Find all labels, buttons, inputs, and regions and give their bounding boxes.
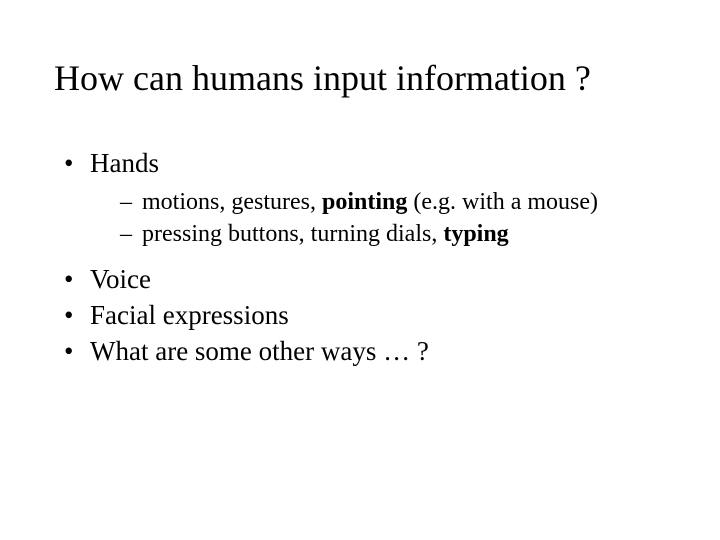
list-item: Voice xyxy=(54,261,666,297)
bullet-text: What are some other ways … ? xyxy=(90,336,429,366)
sub-list-item: pressing buttons, turning dials, typing xyxy=(90,218,666,250)
sub-list: motions, gestures, pointing (e.g. with a… xyxy=(90,186,666,251)
sub-text-post: (e.g. with a mouse) xyxy=(407,189,598,215)
sub-text-bold: typing xyxy=(443,221,508,247)
list-item: Facial expressions xyxy=(54,297,666,333)
sub-text-pre: pressing buttons, turning dials, xyxy=(142,221,443,247)
list-item: What are some other ways … ? xyxy=(54,333,666,369)
list-item: Hands motions, gestures, pointing (e.g. … xyxy=(54,145,666,250)
sub-text-bold: pointing xyxy=(322,189,407,215)
bullet-text: Facial expressions xyxy=(90,300,289,330)
sub-list-item: motions, gestures, pointing (e.g. with a… xyxy=(90,186,666,218)
bullet-text: Voice xyxy=(90,264,151,294)
bullet-list: Hands motions, gestures, pointing (e.g. … xyxy=(54,145,666,370)
sub-text-pre: motions, gestures, xyxy=(142,189,322,215)
slide-title: How can humans input information ? xyxy=(54,58,666,99)
bullet-text: Hands xyxy=(90,148,159,178)
slide: How can humans input information ? Hands… xyxy=(0,0,720,540)
